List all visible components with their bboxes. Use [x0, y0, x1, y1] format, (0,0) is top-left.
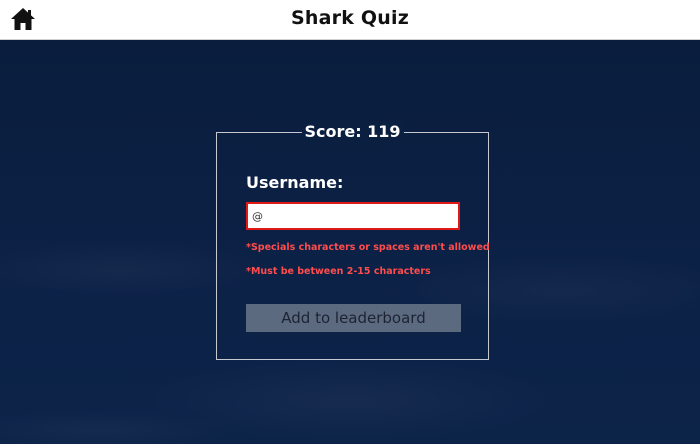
leaderboard-form: Score: 119 Username: *Specials character… [216, 121, 490, 360]
top-bar: Shark Quiz [0, 0, 700, 40]
add-to-leaderboard-button[interactable]: Add to leaderboard [246, 304, 461, 332]
username-input[interactable] [246, 202, 460, 230]
score-label: Score: 119 [301, 121, 404, 143]
username-label: Username: [246, 173, 344, 192]
page-title: Shark Quiz [291, 7, 409, 29]
error-message-special-chars: *Specials characters or spaces aren't al… [246, 242, 490, 253]
error-message-length: *Must be between 2-15 characters [246, 266, 431, 277]
